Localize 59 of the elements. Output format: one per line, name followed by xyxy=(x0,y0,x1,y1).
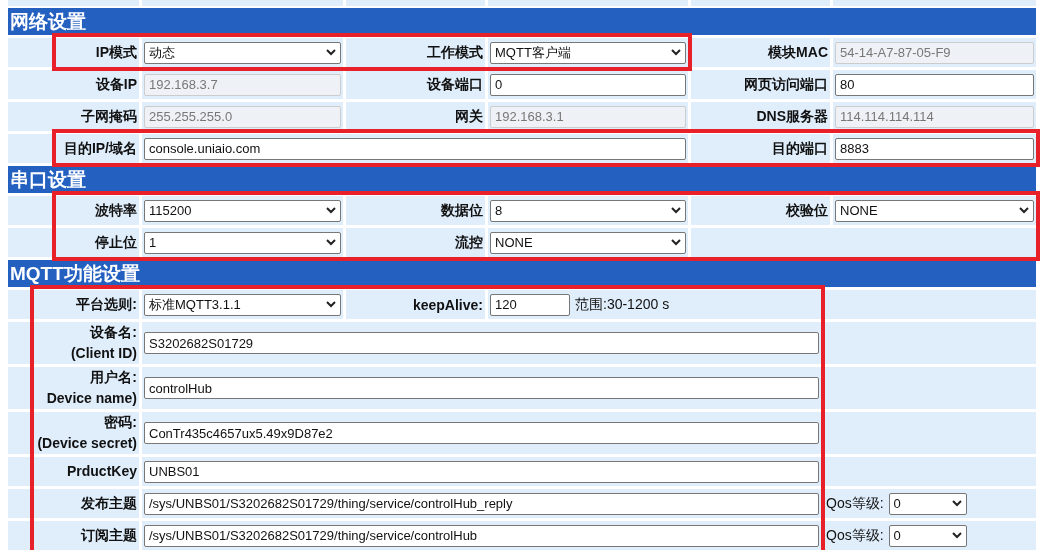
field-label: 停止位 xyxy=(95,233,137,252)
dropdown[interactable]: 8 xyxy=(490,199,686,222)
field-label: 用户名: Device name) xyxy=(46,368,137,408)
dropdown[interactable]: 0 xyxy=(888,492,967,515)
input-field[interactable]: UNBS01 xyxy=(144,460,819,483)
chevron-icon xyxy=(1019,207,1029,214)
dropdown[interactable]: 动态 xyxy=(144,41,341,64)
field-label: DNS服务器 xyxy=(756,107,828,126)
qos-label: Qos等级: xyxy=(826,526,884,545)
range-hint: 范围:30-1200 s xyxy=(575,295,670,314)
chevron-icon xyxy=(951,500,962,507)
field-label: keepAlive: xyxy=(412,296,483,313)
field-label: 目的IP/域名 xyxy=(63,139,137,158)
field-label: 子网掩码 xyxy=(81,107,137,126)
field-label: 工作模式 xyxy=(427,43,483,62)
input-field[interactable]: controlHub xyxy=(144,377,819,399)
field-label: 模块MAC xyxy=(768,43,828,62)
dropdown[interactable]: MQTT客户端 xyxy=(490,41,686,64)
field-label: 流控 xyxy=(455,233,483,252)
field-label: 发布主题 xyxy=(81,494,137,513)
chevron-icon xyxy=(671,207,681,214)
chevron-icon xyxy=(326,207,336,214)
dropdown[interactable]: NONE xyxy=(490,231,686,254)
field-label: 波特率 xyxy=(95,201,137,220)
input-field[interactable]: 120 xyxy=(490,293,570,316)
input-field[interactable]: /sys/UNBS01/S3202682S01729/thing/service/controlHub xyxy=(144,524,819,547)
field-label: 数据位 xyxy=(441,201,483,220)
input-field[interactable]: 8883 xyxy=(835,137,1034,160)
input-field[interactable]: /sys/UNBS01/S3202682S01729/thing/service/controlHub_reply xyxy=(144,492,819,515)
dropdown[interactable]: 0 xyxy=(888,524,967,547)
field-label: 订阅主题 xyxy=(81,526,137,545)
chevron-icon xyxy=(951,532,962,539)
chevron-icon xyxy=(326,239,336,246)
field-label: 设备名: (Client ID) xyxy=(70,323,137,363)
section-header: 网络设置 xyxy=(8,8,1036,35)
chevron-icon xyxy=(326,49,336,56)
qos-label: Qos等级: xyxy=(826,494,884,513)
field-label: PrductKey xyxy=(66,462,137,481)
dropdown[interactable]: 标准MQTT3.1.1 xyxy=(144,293,341,316)
field-label: 设备IP xyxy=(95,75,137,94)
input-field[interactable]: S3202682S01729 xyxy=(144,332,819,354)
dropdown[interactable]: 115200 xyxy=(144,199,341,222)
chevron-icon xyxy=(671,239,681,246)
dropdown[interactable]: 1 xyxy=(144,231,341,254)
field-label: 网关 xyxy=(455,107,483,126)
field-label: IP模式 xyxy=(95,43,137,62)
chevron-icon xyxy=(671,49,681,56)
chevron-icon xyxy=(326,301,336,308)
input-field[interactable]: ConTr435c4657ux5.49x9D87e2 xyxy=(144,422,819,444)
input-field[interactable]: 0 xyxy=(490,73,686,96)
field-label: 设备端口 xyxy=(427,75,483,94)
input-field[interactable]: 80 xyxy=(835,73,1034,96)
field-label: 平台选则: xyxy=(76,295,137,314)
field-label: 密码: (Device secret) xyxy=(37,413,137,453)
input-field[interactable]: console.uniaio.com xyxy=(144,137,686,160)
dropdown[interactable]: NONE xyxy=(835,199,1034,222)
field-label: 目的端口 xyxy=(772,139,828,158)
field-label: 网页访问端口 xyxy=(744,75,828,94)
field-label: 校验位 xyxy=(786,201,828,220)
